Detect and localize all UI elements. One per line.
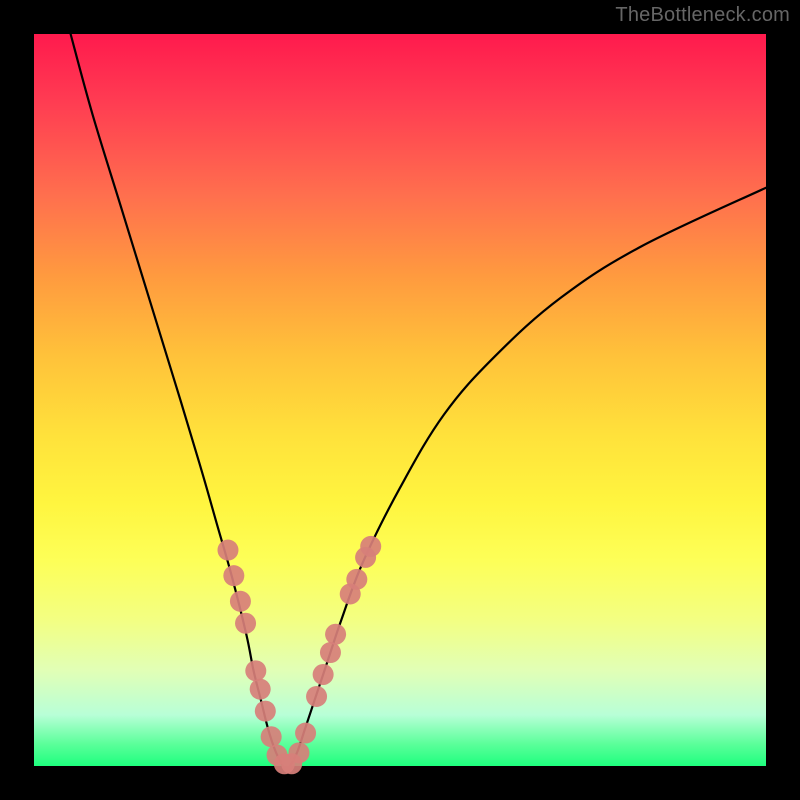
plot-area xyxy=(34,34,766,766)
curve-layer xyxy=(34,34,766,766)
data-marker xyxy=(360,536,381,557)
data-marker xyxy=(295,723,316,744)
data-marker xyxy=(320,642,341,663)
data-marker xyxy=(261,726,282,747)
chart-canvas: TheBottleneck.com xyxy=(0,0,800,800)
left-curve xyxy=(71,34,283,766)
data-marker xyxy=(313,664,334,685)
data-marker xyxy=(235,613,256,634)
data-marker xyxy=(245,660,266,681)
data-marker xyxy=(255,701,276,722)
data-marker xyxy=(223,565,244,586)
data-marker xyxy=(306,686,327,707)
data-marker xyxy=(250,679,271,700)
data-marker xyxy=(346,569,367,590)
data-marker xyxy=(288,742,309,763)
data-marker xyxy=(217,540,238,561)
data-marker xyxy=(325,624,346,645)
watermark-text: TheBottleneck.com xyxy=(615,4,790,27)
data-marker xyxy=(230,591,251,612)
right-curve xyxy=(290,188,766,766)
